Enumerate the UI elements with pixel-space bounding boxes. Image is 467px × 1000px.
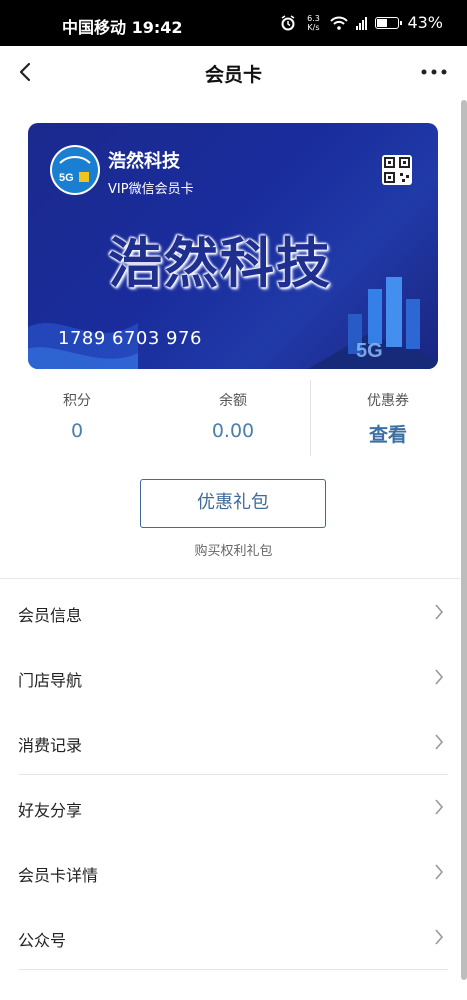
menu-item-label: 公众号 [18, 931, 67, 950]
alarm-icon [281, 14, 295, 30]
menu-item-label: 会员信息 [18, 606, 83, 625]
balance-label: 余额 [219, 393, 247, 409]
svg-text:5G: 5G [356, 340, 383, 362]
balance-value: 0.00 [211, 420, 255, 442]
chevron-right-icon [435, 929, 444, 945]
carrier-logo: 5G [50, 145, 100, 195]
chevron-right-icon [435, 669, 444, 685]
carrier-time: 中国移动 19:42 [62, 18, 183, 37]
gift-pack-caption: 购买权利礼包 [194, 544, 273, 559]
page-title: 会员卡 [204, 64, 262, 86]
coupon-stat[interactable]: 优惠券 查看 [323, 380, 453, 447]
menu-list: 会员信息 门店导航 消费记录 好友分享 会员卡详情 公众号 [0, 580, 460, 970]
coupon-view-link[interactable]: 查看 [323, 420, 453, 447]
chevron-right-icon [435, 604, 444, 620]
card-brand-name: 浩然科技 [108, 151, 180, 172]
gift-pack-button[interactable]: 优惠礼包 [140, 479, 326, 528]
menu-item-share-friends[interactable]: 好友分享 [0, 775, 460, 840]
member-stats: 积分 0 余额 0.00 优惠券 查看 [0, 380, 467, 460]
battery-icon [375, 16, 403, 29]
chevron-right-icon [435, 864, 444, 880]
signal-icon [356, 16, 368, 30]
wifi-icon [330, 16, 349, 30]
card-type: VIP微信会员卡 [108, 182, 194, 197]
chevron-right-icon [435, 734, 444, 750]
membership-card[interactable]: 5G 浩然科技 VIP微信会员卡 浩然科技 1789 6703 976 5G [28, 123, 438, 369]
coupon-label: 优惠券 [367, 393, 409, 409]
status-icons: 6.3 K/s 43% [280, 13, 443, 32]
menu-item-card-details[interactable]: 会员卡详情 [0, 840, 460, 905]
points-label: 积分 [63, 393, 91, 409]
points-stat[interactable]: 积分 0 [12, 380, 142, 442]
chevron-right-icon [435, 799, 444, 815]
battery-percent: 43% [407, 13, 443, 32]
status-bar: 中国移动 19:42 6.3 K/s 43% [0, 0, 467, 46]
card-number: 1789 6703 976 [58, 328, 202, 349]
points-value: 0 [70, 420, 84, 442]
menu-item-label: 会员卡详情 [18, 866, 99, 885]
nav-bar: 会员卡 [0, 46, 467, 100]
balance-stat[interactable]: 余额 0.00 [168, 380, 298, 442]
menu-item-official-account[interactable]: 公众号 [0, 905, 460, 970]
more-icon[interactable] [419, 60, 449, 84]
china-mobile-icon: 5G [52, 147, 98, 193]
menu-item-label: 消费记录 [18, 736, 83, 755]
menu-item-label: 好友分享 [18, 801, 83, 820]
svg-text:5G: 5G [59, 172, 74, 184]
menu-item-member-info[interactable]: 会员信息 [0, 580, 460, 645]
net-speed: 6.3 K/s [307, 13, 320, 32]
city-5g-illustration: 5G [308, 277, 438, 369]
qr-code-icon[interactable] [382, 155, 412, 185]
section-divider [0, 578, 460, 579]
menu-item-store-navigation[interactable]: 门店导航 [0, 645, 460, 710]
menu-item-purchase-history[interactable]: 消费记录 [0, 710, 460, 775]
stats-divider [310, 380, 311, 456]
menu-item-label: 门店导航 [18, 671, 83, 690]
